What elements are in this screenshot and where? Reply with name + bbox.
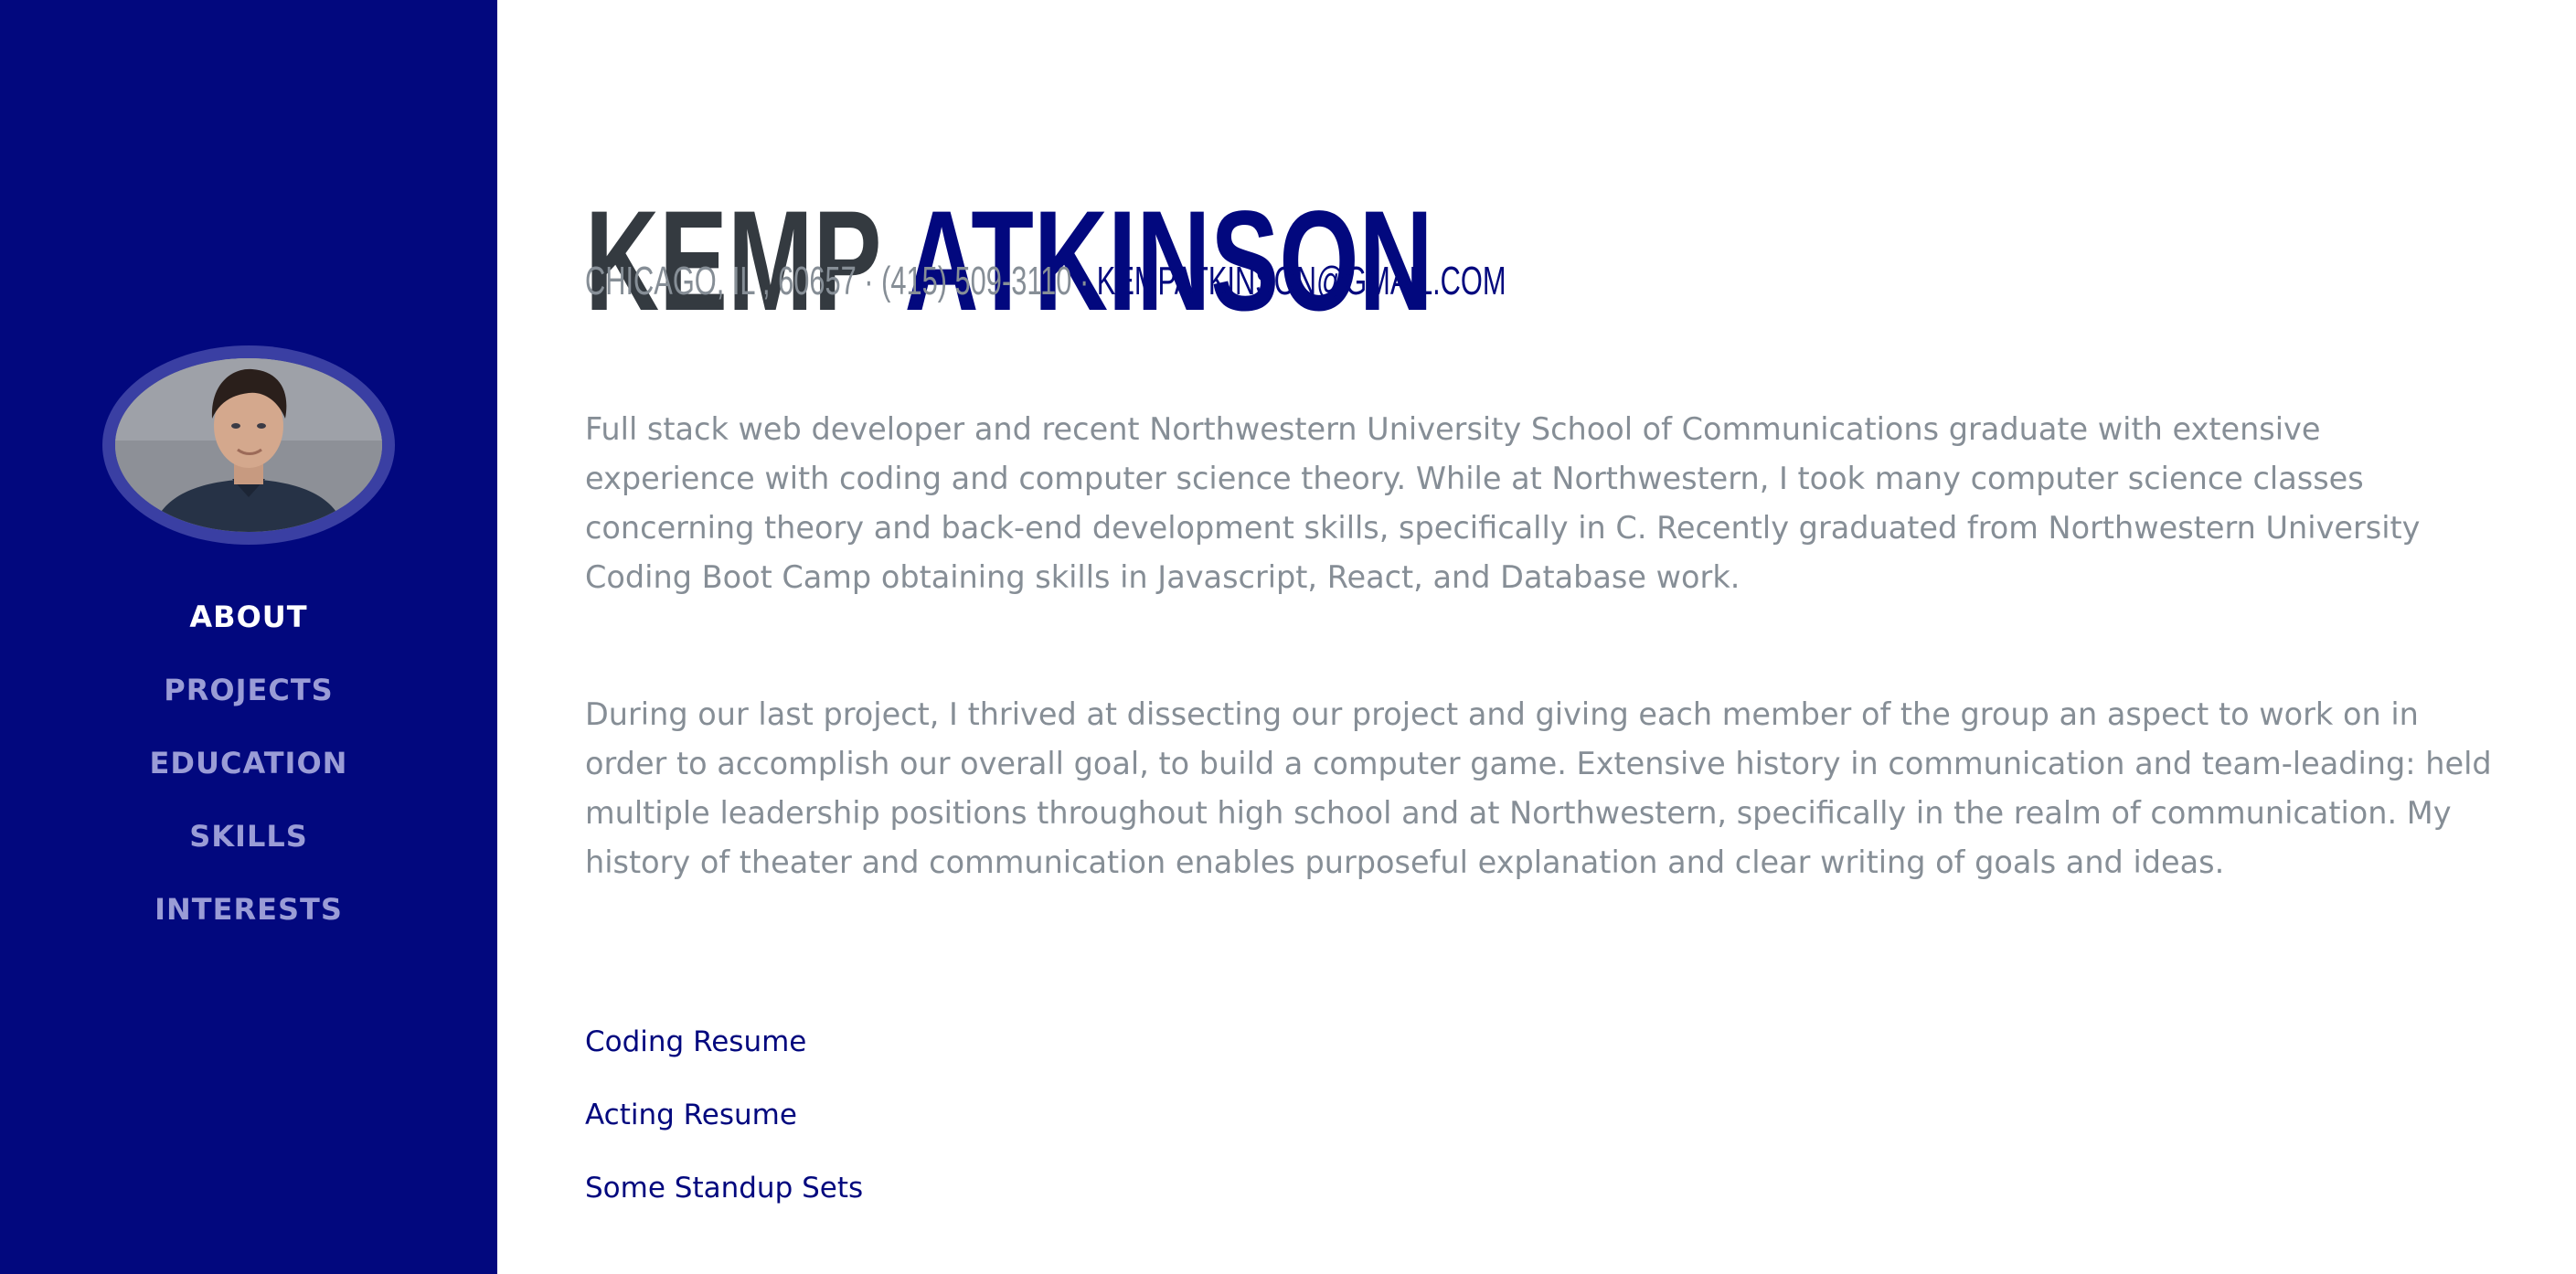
nav-item-projects[interactable]: PROJECTS [0,658,497,731]
location-phone: CHICAGO, IL , 60657 · (415) 509-3110 · [585,259,1097,303]
page: ABOUT PROJECTS EDUCATION SKILLS INTEREST… [0,0,2576,1274]
nav-item-education[interactable]: EDUCATION [0,731,497,804]
nav-item-skills[interactable]: SKILLS [0,804,497,877]
avatar [115,358,382,532]
email-link[interactable]: KEMPATKINSON@GMAIL.COM [1097,259,1506,303]
about-paragraph-1: Full stack web developer and recent Nort… [585,411,2421,595]
sidebar-nav: ABOUT PROJECTS EDUCATION SKILLS INTEREST… [0,585,497,950]
sidebar: ABOUT PROJECTS EDUCATION SKILLS INTEREST… [0,0,497,1274]
about-paragraph-2: During our last project, I thrived at di… [585,696,2492,880]
acting-resume-link[interactable]: Acting Resume [585,1097,797,1133]
coding-resume-link[interactable]: Coding Resume [585,1024,806,1060]
contact-line: CHICAGO, IL , 60657 · (415) 509-3110 · K… [585,259,1506,304]
standup-sets-link[interactable]: Some Standup Sets [585,1170,863,1206]
nav-item-interests[interactable]: INTERESTS [0,877,497,950]
profile-photo [115,358,382,532]
avatar-frame [102,345,395,545]
nav-item-about[interactable]: ABOUT [0,585,497,658]
